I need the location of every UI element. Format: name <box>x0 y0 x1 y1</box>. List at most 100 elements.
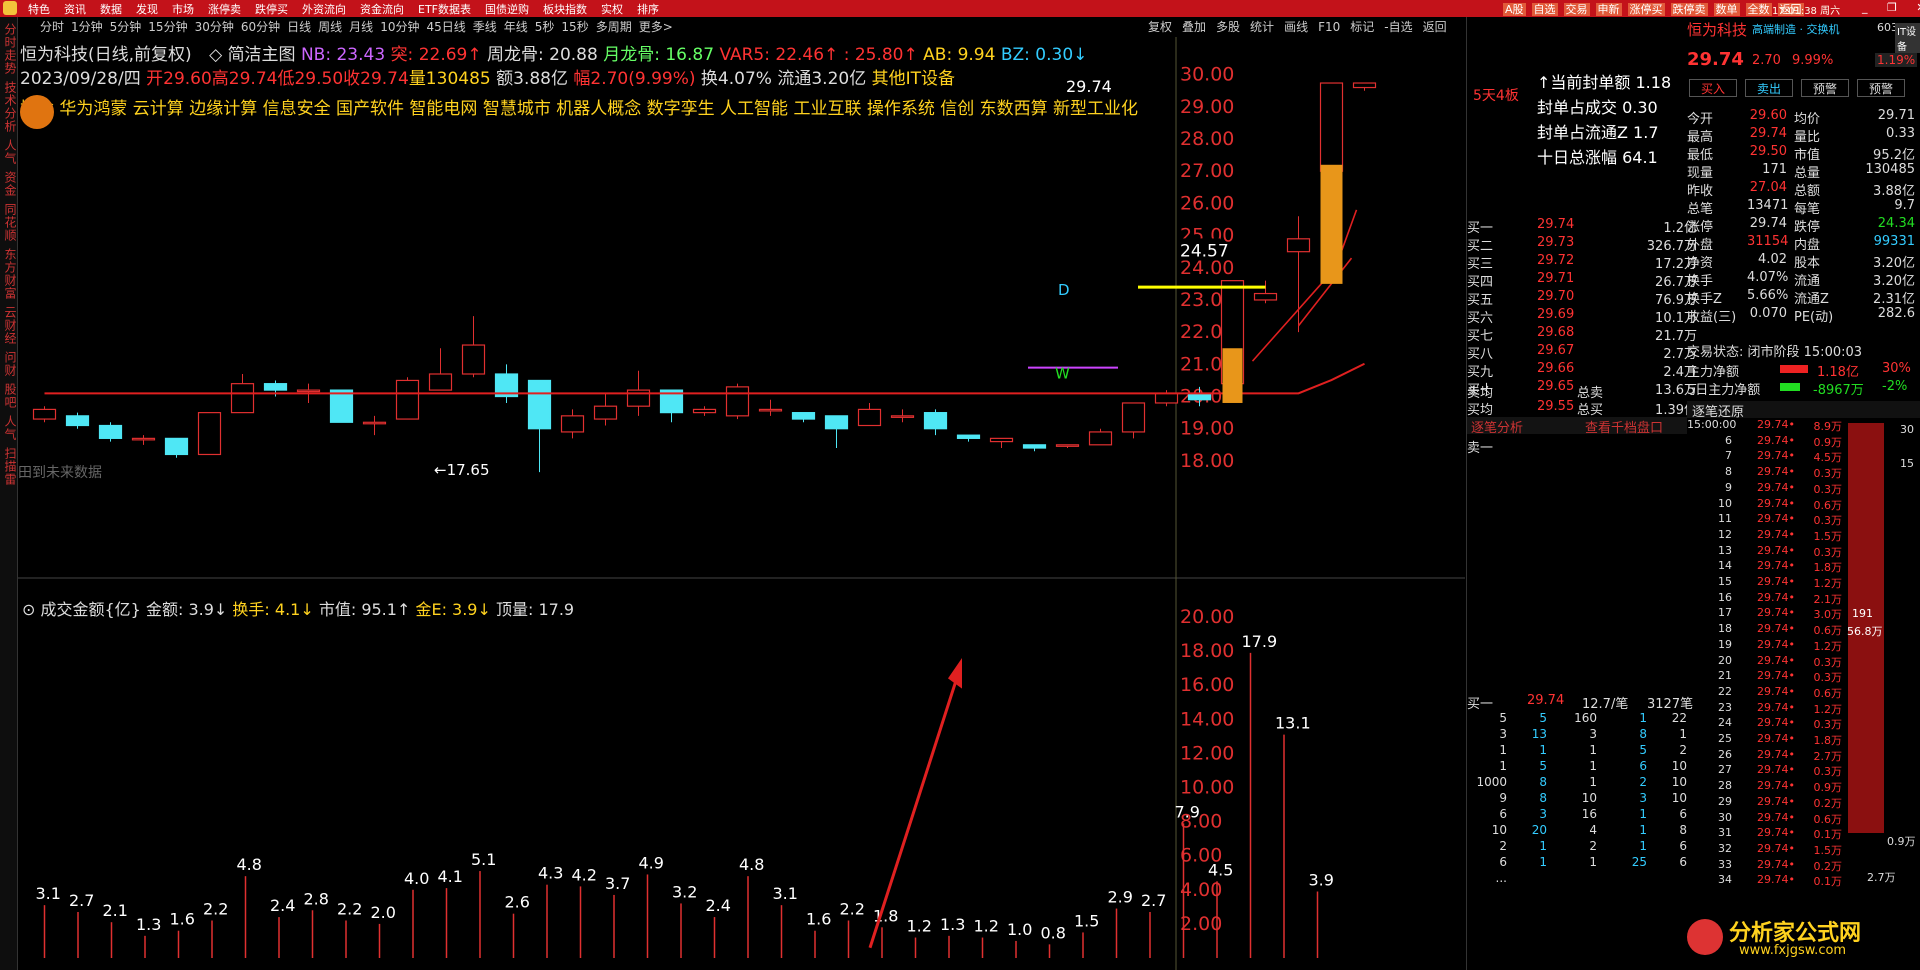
window-controls[interactable]: _ ❐ ✕ <box>1862 1 1920 14</box>
candle-body[interactable] <box>1055 444 1080 447</box>
candle-body[interactable] <box>1319 82 1344 172</box>
menu-item-5[interactable]: 涨停卖 <box>208 1 241 17</box>
period-0[interactable]: 分时 <box>40 20 64 34</box>
stock-name[interactable]: 恒为科技(日线,前复权) <box>20 45 192 65</box>
left-tab-0[interactable]: 分时走势 <box>2 23 19 75</box>
tool-5[interactable]: F10 <box>1318 20 1340 34</box>
candle-body[interactable] <box>1352 82 1377 89</box>
left-tab-3[interactable]: 资金 <box>2 171 19 197</box>
period-13[interactable]: 5秒 <box>535 20 555 34</box>
candle-body[interactable] <box>395 379 420 420</box>
period-12[interactable]: 年线 <box>504 20 528 34</box>
period-15[interactable]: 多周期 <box>596 20 632 34</box>
top-right-btn-2[interactable]: 交易 <box>1563 3 1590 16</box>
menu-item-13[interactable]: 排序 <box>637 1 659 17</box>
candle-body[interactable] <box>164 437 189 456</box>
tool-3[interactable]: 统计 <box>1250 20 1274 34</box>
trade-btn-2[interactable]: 预警 <box>1801 79 1849 97</box>
tool-0[interactable]: 复权 <box>1148 20 1172 34</box>
candle-body[interactable] <box>263 383 288 391</box>
period-3[interactable]: 15分钟 <box>148 20 187 34</box>
candle-body[interactable] <box>98 424 123 439</box>
left-tab-8[interactable]: 股吧 <box>2 383 19 409</box>
candle-body[interactable] <box>824 415 849 430</box>
candle-body[interactable] <box>1154 392 1179 404</box>
menu-item-12[interactable]: 实权 <box>601 1 623 17</box>
top-right-btn-7[interactable]: 全数 <box>1745 3 1772 16</box>
menu-item-11[interactable]: 板块指数 <box>543 1 587 17</box>
left-tab-4[interactable]: 同花顺 <box>2 203 19 242</box>
period-11[interactable]: 季线 <box>473 20 497 34</box>
candle-body[interactable] <box>197 412 222 456</box>
period-1[interactable]: 1分钟 <box>71 20 103 34</box>
left-tab-9[interactable]: 人气 <box>2 415 19 441</box>
orderbook-btn[interactable]: 查看千档盘口 <box>1585 417 1663 436</box>
left-tab-7[interactable]: 问财 <box>2 351 19 377</box>
candle-body[interactable] <box>956 434 981 439</box>
candle-body[interactable] <box>1022 444 1047 449</box>
top-right-btn-1[interactable]: 自选 <box>1531 3 1558 16</box>
candle-body[interactable] <box>65 415 90 427</box>
period-6[interactable]: 日线 <box>287 20 311 34</box>
top-right-btn-5[interactable]: 跌停卖 <box>1670 3 1708 16</box>
candle-body[interactable] <box>1088 431 1113 446</box>
candle-body[interactable] <box>1286 238 1311 253</box>
menu-item-0[interactable]: 特色 <box>28 1 50 17</box>
top-right-btn-0[interactable]: A股 <box>1503 3 1526 16</box>
candle-body[interactable] <box>1121 402 1146 433</box>
left-tab-2[interactable]: 人气 <box>2 139 19 165</box>
tool-8[interactable]: 返回 <box>1423 20 1447 34</box>
candle-body[interactable] <box>329 389 354 423</box>
candle-body[interactable] <box>758 408 783 412</box>
menu-item-4[interactable]: 市场 <box>172 1 194 17</box>
left-tab-1[interactable]: 技术分析 <box>2 81 19 133</box>
candle-body[interactable] <box>593 405 618 420</box>
top-right-btn-3[interactable]: 申新 <box>1595 3 1622 16</box>
menu-item-10[interactable]: 国债逆购 <box>485 1 529 17</box>
menu-item-8[interactable]: 资金流向 <box>360 1 404 17</box>
trade-btn-0[interactable]: 买入 <box>1689 79 1737 97</box>
left-tab-10[interactable]: 扫描雷 <box>2 447 19 486</box>
candle-body[interactable] <box>230 383 255 414</box>
top-right-btn-6[interactable]: 数单 <box>1713 3 1740 16</box>
period-4[interactable]: 30分钟 <box>195 20 234 34</box>
period-10[interactable]: 45日线 <box>426 20 465 34</box>
indicator-main[interactable]: 简洁主图 <box>228 45 296 65</box>
period-8[interactable]: 月线 <box>349 20 373 34</box>
tool-2[interactable]: 多股 <box>1216 20 1240 34</box>
period-14[interactable]: 15秒 <box>561 20 588 34</box>
period-9[interactable]: 10分钟 <box>380 20 419 34</box>
menu-item-6[interactable]: 跌停买 <box>255 1 288 17</box>
candle-body[interactable] <box>989 437 1014 443</box>
top-right-btn-4[interactable]: 涨停买 <box>1627 3 1665 16</box>
period-5[interactable]: 60分钟 <box>241 20 280 34</box>
trade-btn-1[interactable]: 卖出 <box>1745 79 1793 97</box>
candle-body[interactable] <box>857 408 882 427</box>
analysis-btn[interactable]: 逐笔分析 <box>1471 417 1523 436</box>
candle-body[interactable] <box>461 344 486 375</box>
kline-chart[interactable]: 30.0029.0028.0027.0026.0025.0024.0023.00… <box>18 37 1465 970</box>
candle-body[interactable] <box>32 408 57 420</box>
tool-7[interactable]: -自选 <box>1384 20 1412 34</box>
candle-body[interactable] <box>296 389 321 393</box>
candle-body[interactable] <box>923 412 948 430</box>
menu-item-9[interactable]: ETF数据表 <box>418 1 471 17</box>
candle-body[interactable] <box>560 415 585 433</box>
trade-btn-3[interactable]: 预警 <box>1857 79 1905 97</box>
left-tab-6[interactable]: 云财经 <box>2 306 19 345</box>
tool-1[interactable]: 叠加 <box>1182 20 1206 34</box>
menu-item-2[interactable]: 数据 <box>100 1 122 17</box>
candle-body[interactable] <box>131 437 156 441</box>
candle-body[interactable] <box>692 408 717 414</box>
menu-item-3[interactable]: 发现 <box>136 1 158 17</box>
left-tab-5[interactable]: 东方财富 <box>2 248 19 300</box>
candle-body[interactable] <box>725 386 750 417</box>
period-2[interactable]: 5分钟 <box>110 20 142 34</box>
candle-body[interactable] <box>362 421 387 425</box>
tool-4[interactable]: 画线 <box>1284 20 1308 34</box>
menu-item-7[interactable]: 外资流向 <box>302 1 346 17</box>
menu-item-1[interactable]: 资讯 <box>64 1 86 17</box>
candle-body[interactable] <box>527 379 552 430</box>
candle-body[interactable] <box>1253 292 1278 301</box>
period-16[interactable]: 更多> <box>639 20 673 34</box>
